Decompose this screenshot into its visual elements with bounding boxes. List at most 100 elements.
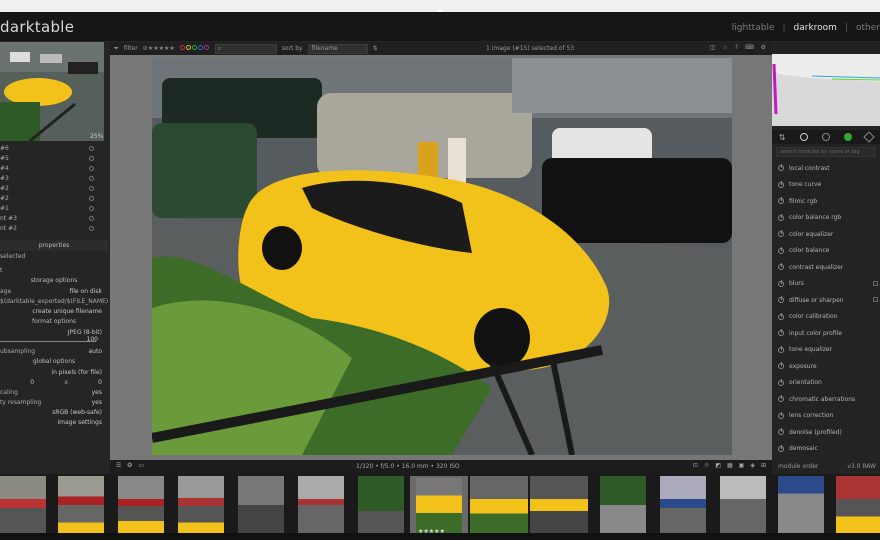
power-icon[interactable] — [778, 428, 784, 436]
module-tone-equalizer[interactable]: tone equalizer — [772, 342, 880, 359]
gamut-icon[interactable]: ▣ — [739, 462, 745, 469]
power-icon[interactable] — [778, 263, 784, 271]
softproof-icon[interactable]: ▦ — [727, 462, 733, 469]
filmstrip-thumbnail[interactable] — [358, 476, 416, 534]
module-exposure[interactable]: exposure — [772, 358, 880, 375]
active-modules-power-icon[interactable] — [800, 133, 809, 141]
module-orientation[interactable]: orientation — [772, 375, 880, 392]
properties-header[interactable]: properties — [0, 240, 108, 251]
main-image[interactable] — [152, 58, 732, 455]
module-local-contrast[interactable]: local contrast — [772, 160, 880, 177]
module-tone-curve[interactable]: tone curve — [772, 177, 880, 194]
module-input-color-profile[interactable]: input color profile — [772, 325, 880, 342]
module-color-equalizer[interactable]: color equalizer — [772, 226, 880, 243]
history-item[interactable]: #2 — [0, 184, 108, 194]
history-item[interactable]: #4 — [0, 164, 108, 174]
quick-access-icon[interactable]: ⇅ — [779, 133, 787, 142]
filmstrip-thumbnail[interactable] — [0, 476, 58, 534]
export-path-row[interactable]: $(darktable_exported/$(FILE_NAME) — [0, 296, 108, 306]
power-icon[interactable] — [778, 362, 784, 370]
filmstrip-thumbnail[interactable] — [660, 476, 718, 534]
history-item[interactable]: #6 — [0, 144, 108, 154]
module-color-balance[interactable]: color balance — [772, 243, 880, 260]
filter-icon[interactable]: ⏷ — [114, 45, 119, 53]
base-group-icon[interactable] — [821, 133, 830, 141]
power-icon[interactable] — [778, 395, 784, 403]
color-label-filter[interactable] — [179, 45, 210, 52]
size-row[interactable]: 0x0 — [0, 377, 108, 387]
hq-resampling-row[interactable]: ty resampling yes — [0, 397, 108, 407]
power-icon[interactable] — [778, 444, 784, 452]
filmstrip-thumbnail-selected[interactable]: ★★★★★ — [410, 476, 468, 536]
preset-icon[interactable] — [873, 297, 878, 302]
power-icon[interactable] — [778, 213, 784, 221]
grouping-icon[interactable]: ◫ — [710, 44, 716, 51]
history-item[interactable]: #2 — [0, 194, 108, 204]
filmstrip-scrollbar[interactable] — [0, 533, 880, 540]
guides-icon[interactable]: ⊞ — [761, 462, 766, 469]
navigation-preview[interactable] — [0, 42, 104, 141]
module-lens-correction[interactable]: lens correction — [772, 408, 880, 425]
presets-icon[interactable]: ☰ — [116, 462, 121, 469]
effects-group-icon[interactable] — [863, 131, 875, 143]
histogram[interactable] — [772, 54, 880, 126]
target-storage-row[interactable]: age file on disk — [0, 286, 108, 296]
view-lighttable[interactable]: lighttable — [732, 23, 775, 33]
power-icon[interactable] — [778, 329, 784, 337]
power-icon[interactable] — [778, 345, 784, 353]
power-icon[interactable] — [778, 279, 784, 287]
upscale-row[interactable]: caling yes — [0, 387, 108, 397]
module-filmic-rgb[interactable]: filmic rgb — [772, 193, 880, 210]
filmstrip-thumbnail[interactable] — [720, 476, 778, 534]
preferences-gear-icon[interactable]: ⚙ — [761, 44, 766, 51]
filmstrip-thumbnail[interactable] — [238, 476, 296, 534]
search-input[interactable]: ⌕ — [214, 43, 277, 54]
history-item[interactable]: nt #2 — [0, 224, 108, 234]
quality-slider[interactable]: 100 — [0, 336, 108, 346]
view-darkroom[interactable]: darkroom — [794, 23, 837, 33]
filmstrip-thumbnail[interactable] — [470, 476, 528, 534]
module-diffuse-or-sharpen[interactable]: diffuse or sharpen — [772, 292, 880, 309]
module-search-input[interactable]: search modules by name or tag — [776, 147, 876, 157]
power-icon[interactable] — [778, 164, 784, 172]
module-demosaic[interactable]: demosaic — [772, 441, 880, 458]
power-icon[interactable] — [778, 197, 784, 205]
power-icon[interactable] — [778, 378, 784, 386]
power-icon[interactable] — [778, 411, 784, 419]
focus-peaking-icon[interactable]: ◈ — [750, 462, 755, 469]
power-icon[interactable] — [778, 312, 784, 320]
module-order[interactable]: module order v3.0 RAW — [778, 463, 876, 470]
clipping-icon[interactable]: ◩ — [715, 462, 721, 469]
filmstrip-thumbnail[interactable] — [778, 476, 836, 534]
history-item[interactable]: nt #3 — [0, 214, 108, 224]
export-header[interactable]: t — [0, 265, 108, 275]
power-icon[interactable] — [778, 230, 784, 238]
power-icon[interactable] — [778, 246, 784, 254]
history-item[interactable]: #1 — [0, 204, 108, 214]
filmstrip-thumbnail[interactable] — [600, 476, 658, 534]
raw-overexposed-icon[interactable]: ⊡ — [693, 462, 698, 469]
subsampling-row[interactable]: ubsampling auto — [0, 346, 108, 356]
preset-icon[interactable] — [873, 280, 878, 286]
filmstrip-thumbnail[interactable] — [118, 476, 176, 534]
shortcuts-icon[interactable]: ⌨ — [745, 44, 754, 51]
rating-filter[interactable]: ⊘★★★★★ — [143, 45, 175, 52]
set-size-row[interactable]: in pixels (for file) — [0, 367, 108, 377]
help-icon[interactable]: ? — [735, 44, 738, 51]
filmstrip-thumbnail[interactable] — [836, 476, 880, 534]
module-blurs[interactable]: blurs — [772, 276, 880, 293]
filmstrip-thumbnail[interactable] — [530, 476, 588, 534]
module-color-balance-rgb[interactable]: color balance rgb — [772, 210, 880, 227]
history-item[interactable]: #3 — [0, 174, 108, 184]
overlays-icon[interactable]: ☆ — [722, 44, 727, 51]
module-denoise-profiled[interactable]: denoise (profiled) — [772, 424, 880, 441]
image-settings-row[interactable]: image settings — [0, 417, 108, 427]
profile-row[interactable]: sRGB (web-safe) — [0, 407, 108, 417]
sort-order-icon[interactable]: ⇅ — [373, 45, 378, 52]
history-item[interactable]: #5 — [0, 154, 108, 164]
filmstrip-thumbnail[interactable] — [298, 476, 356, 534]
module-color-calibration[interactable]: color calibration — [772, 309, 880, 326]
view-other[interactable]: other — [856, 23, 880, 33]
tone-group-icon[interactable] — [843, 133, 852, 141]
power-icon[interactable] — [778, 180, 784, 188]
